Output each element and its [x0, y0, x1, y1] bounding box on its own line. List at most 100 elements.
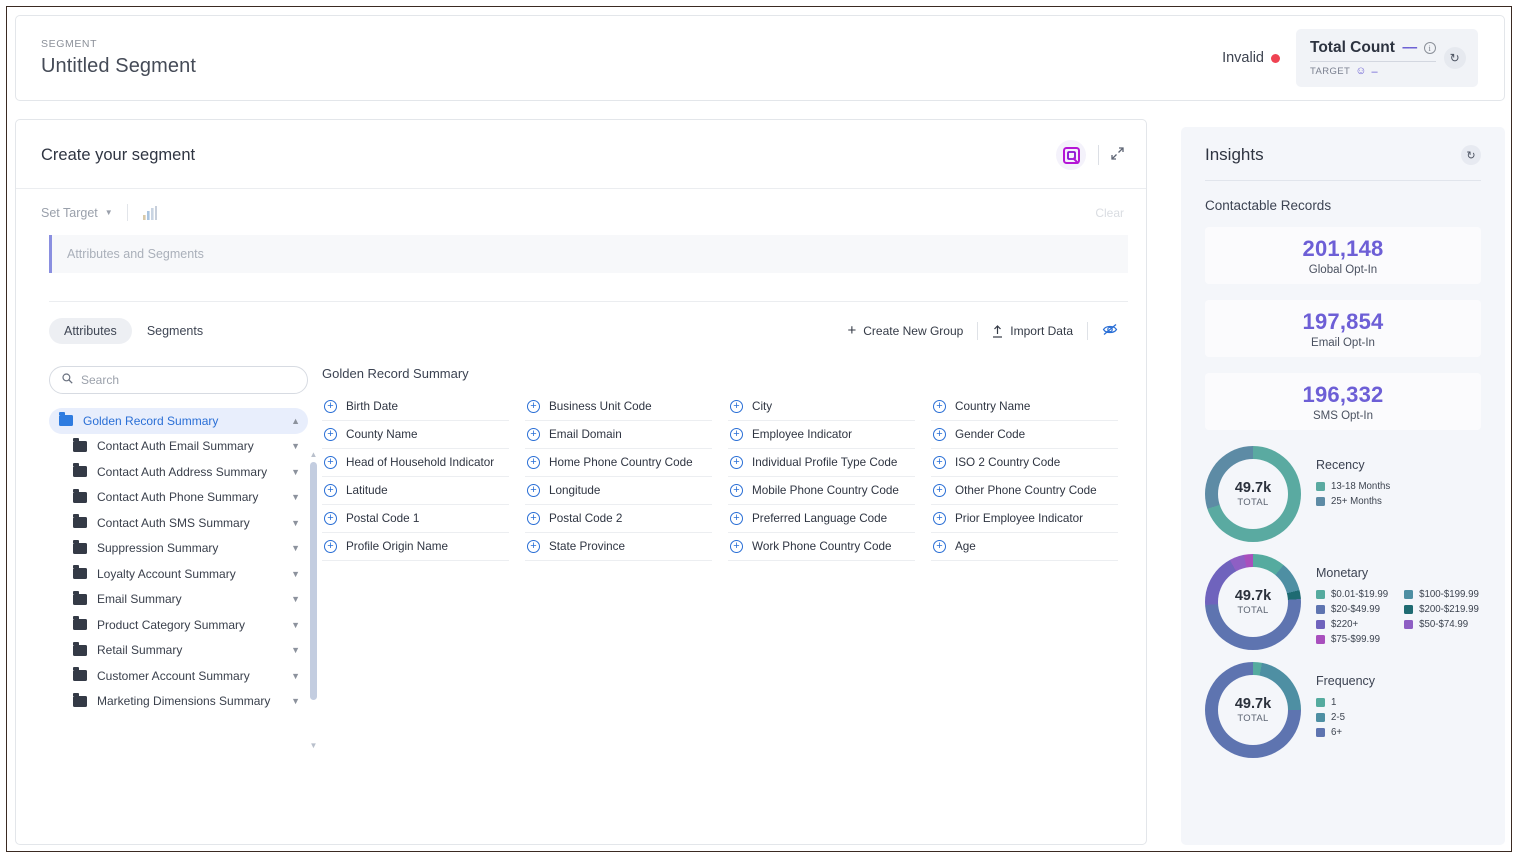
chevron-down-icon[interactable]: ▼	[291, 543, 300, 553]
add-attribute-icon[interactable]: +	[933, 428, 946, 441]
add-attribute-icon[interactable]: +	[730, 484, 743, 497]
create-new-group-button[interactable]: + Create New Group	[833, 324, 977, 338]
attribute-row[interactable]: +Longitude	[525, 477, 712, 505]
set-target-dropdown[interactable]: Set Target ▼	[41, 206, 113, 220]
legend-item[interactable]: $220+	[1316, 619, 1388, 630]
attribute-row[interactable]: +ISO 2 Country Code	[931, 449, 1118, 477]
add-attribute-icon[interactable]: +	[730, 400, 743, 413]
add-attribute-icon[interactable]: +	[527, 512, 540, 525]
add-attribute-icon[interactable]: +	[730, 512, 743, 525]
attribute-row[interactable]: +Country Name	[931, 393, 1118, 421]
attribute-row[interactable]: +Birth Date	[322, 393, 509, 421]
expand-panel-button[interactable]	[1111, 147, 1124, 163]
tree-item-loyalty-account-summary[interactable]: Loyalty Account Summary ▼	[49, 561, 308, 587]
legend-item[interactable]: $50-$74.99	[1404, 619, 1479, 630]
attribute-row[interactable]: +Business Unit Code	[525, 393, 712, 421]
chevron-down-icon[interactable]: ▼	[291, 518, 300, 528]
bar-chart-icon[interactable]	[142, 205, 160, 221]
chevron-down-icon[interactable]: ▼	[291, 645, 300, 655]
tree-item-retail-summary[interactable]: Retail Summary ▼	[49, 638, 308, 664]
attribute-row[interactable]: +Email Domain	[525, 421, 712, 449]
attribute-row[interactable]: +City	[728, 393, 915, 421]
legend-item[interactable]: $200-$219.99	[1404, 604, 1479, 615]
add-attribute-icon[interactable]: +	[933, 484, 946, 497]
add-attribute-icon[interactable]: +	[324, 400, 337, 413]
total-count-card[interactable]: Total Count –– i TARGET ☺ – ↻	[1296, 29, 1478, 87]
tree-item-contact-auth-phone-summary[interactable]: Contact Auth Phone Summary ▼	[49, 485, 308, 511]
chevron-down-icon[interactable]: ▼	[291, 441, 300, 451]
add-attribute-icon[interactable]: +	[730, 540, 743, 553]
tree-item-product-category-summary[interactable]: Product Category Summary ▼	[49, 612, 308, 638]
add-attribute-icon[interactable]: +	[730, 428, 743, 441]
tree-item-marketing-dimensions-summary[interactable]: Marketing Dimensions Summary ▼	[49, 689, 308, 715]
attribute-row[interactable]: +State Province	[525, 533, 712, 561]
attribute-row[interactable]: +Postal Code 1	[322, 505, 509, 533]
tree-item-contact-auth-sms-summary[interactable]: Contact Auth SMS Summary ▼	[49, 510, 308, 536]
legend-item[interactable]: $75-$99.99	[1316, 634, 1388, 645]
chevron-down-icon[interactable]: ▼	[291, 467, 300, 477]
add-attribute-icon[interactable]: +	[324, 428, 337, 441]
tree-item-customer-account-summary[interactable]: Customer Account Summary ▼	[49, 663, 308, 689]
tab-attributes[interactable]: Attributes	[49, 318, 132, 344]
chevron-down-icon[interactable]: ▼	[291, 594, 300, 604]
tree-item-golden-record-summary[interactable]: Golden Record Summary ▲	[49, 408, 308, 434]
attribute-row[interactable]: +Latitude	[322, 477, 509, 505]
add-attribute-icon[interactable]: +	[324, 540, 337, 553]
insights-refresh-button[interactable]: ↻	[1461, 145, 1481, 165]
add-attribute-icon[interactable]: +	[527, 400, 540, 413]
legend-item[interactable]: $20-$49.99	[1316, 604, 1388, 615]
add-attribute-icon[interactable]: +	[933, 512, 946, 525]
import-data-button[interactable]: Import Data	[978, 324, 1087, 338]
attribute-row[interactable]: +County Name	[322, 421, 509, 449]
attribute-row[interactable]: +Postal Code 2	[525, 505, 712, 533]
tree-item-contact-auth-email-summary[interactable]: Contact Auth Email Summary ▼	[49, 434, 308, 460]
search-input[interactable]	[81, 373, 281, 387]
add-attribute-icon[interactable]: +	[527, 428, 540, 441]
info-icon[interactable]: i	[1424, 42, 1436, 54]
legend-item[interactable]: 1	[1316, 697, 1345, 708]
chevron-down-icon[interactable]: ▼	[291, 492, 300, 502]
attribute-row[interactable]: +Work Phone Country Code	[728, 533, 915, 561]
attribute-row[interactable]: +Profile Origin Name	[322, 533, 509, 561]
attribute-row[interactable]: +Age	[931, 533, 1118, 561]
add-attribute-icon[interactable]: +	[730, 456, 743, 469]
chevron-down-icon[interactable]: ▼	[291, 696, 300, 706]
legend-item[interactable]: 2-5	[1316, 712, 1345, 723]
chevron-down-icon[interactable]: ▼	[291, 620, 300, 630]
attribute-row[interactable]: +Employee Indicator	[728, 421, 915, 449]
scrollbar-thumb[interactable]	[310, 462, 317, 700]
total-count-refresh-button[interactable]: ↻	[1444, 47, 1466, 69]
search-box[interactable]	[49, 366, 308, 394]
chevron-down-icon[interactable]: ▼	[291, 569, 300, 579]
add-attribute-icon[interactable]: +	[933, 400, 946, 413]
attribute-row[interactable]: +Mobile Phone Country Code	[728, 477, 915, 505]
attribute-row[interactable]: +Individual Profile Type Code	[728, 449, 915, 477]
attribute-row[interactable]: +Home Phone Country Code	[525, 449, 712, 477]
hide-attributes-button[interactable]	[1088, 323, 1124, 339]
add-attribute-icon[interactable]: +	[324, 456, 337, 469]
tree-item-email-summary[interactable]: Email Summary ▼	[49, 587, 308, 613]
attribute-row[interactable]: +Gender Code	[931, 421, 1118, 449]
add-attribute-icon[interactable]: +	[933, 456, 946, 469]
add-attribute-icon[interactable]: +	[527, 456, 540, 469]
attribute-row[interactable]: +Preferred Language Code	[728, 505, 915, 533]
add-attribute-icon[interactable]: +	[324, 484, 337, 497]
tree-item-contact-auth-address-summary[interactable]: Contact Auth Address Summary ▼	[49, 459, 308, 485]
add-attribute-icon[interactable]: +	[527, 540, 540, 553]
legend-item[interactable]: 13-18 Months	[1316, 481, 1390, 492]
segment-name[interactable]: Untitled Segment	[41, 55, 196, 78]
clear-button[interactable]: Clear	[1095, 206, 1124, 220]
legend-item[interactable]: 25+ Months	[1316, 496, 1390, 507]
scroll-up-arrow-icon[interactable]: ▲	[309, 450, 318, 459]
legend-item[interactable]: 6+	[1316, 727, 1345, 738]
attribute-row[interactable]: +Head of Household Indicator	[322, 449, 509, 477]
scroll-down-arrow-icon[interactable]: ▼	[309, 741, 318, 750]
chevron-up-icon[interactable]: ▲	[291, 416, 300, 426]
ai-assistant-button[interactable]	[1056, 140, 1086, 170]
legend-item[interactable]: $100-$199.99	[1404, 589, 1479, 600]
legend-item[interactable]: $0.01-$19.99	[1316, 589, 1388, 600]
tab-segments[interactable]: Segments	[132, 318, 218, 344]
attribute-row[interactable]: +Prior Employee Indicator	[931, 505, 1118, 533]
add-attribute-icon[interactable]: +	[933, 540, 946, 553]
add-attribute-icon[interactable]: +	[527, 484, 540, 497]
